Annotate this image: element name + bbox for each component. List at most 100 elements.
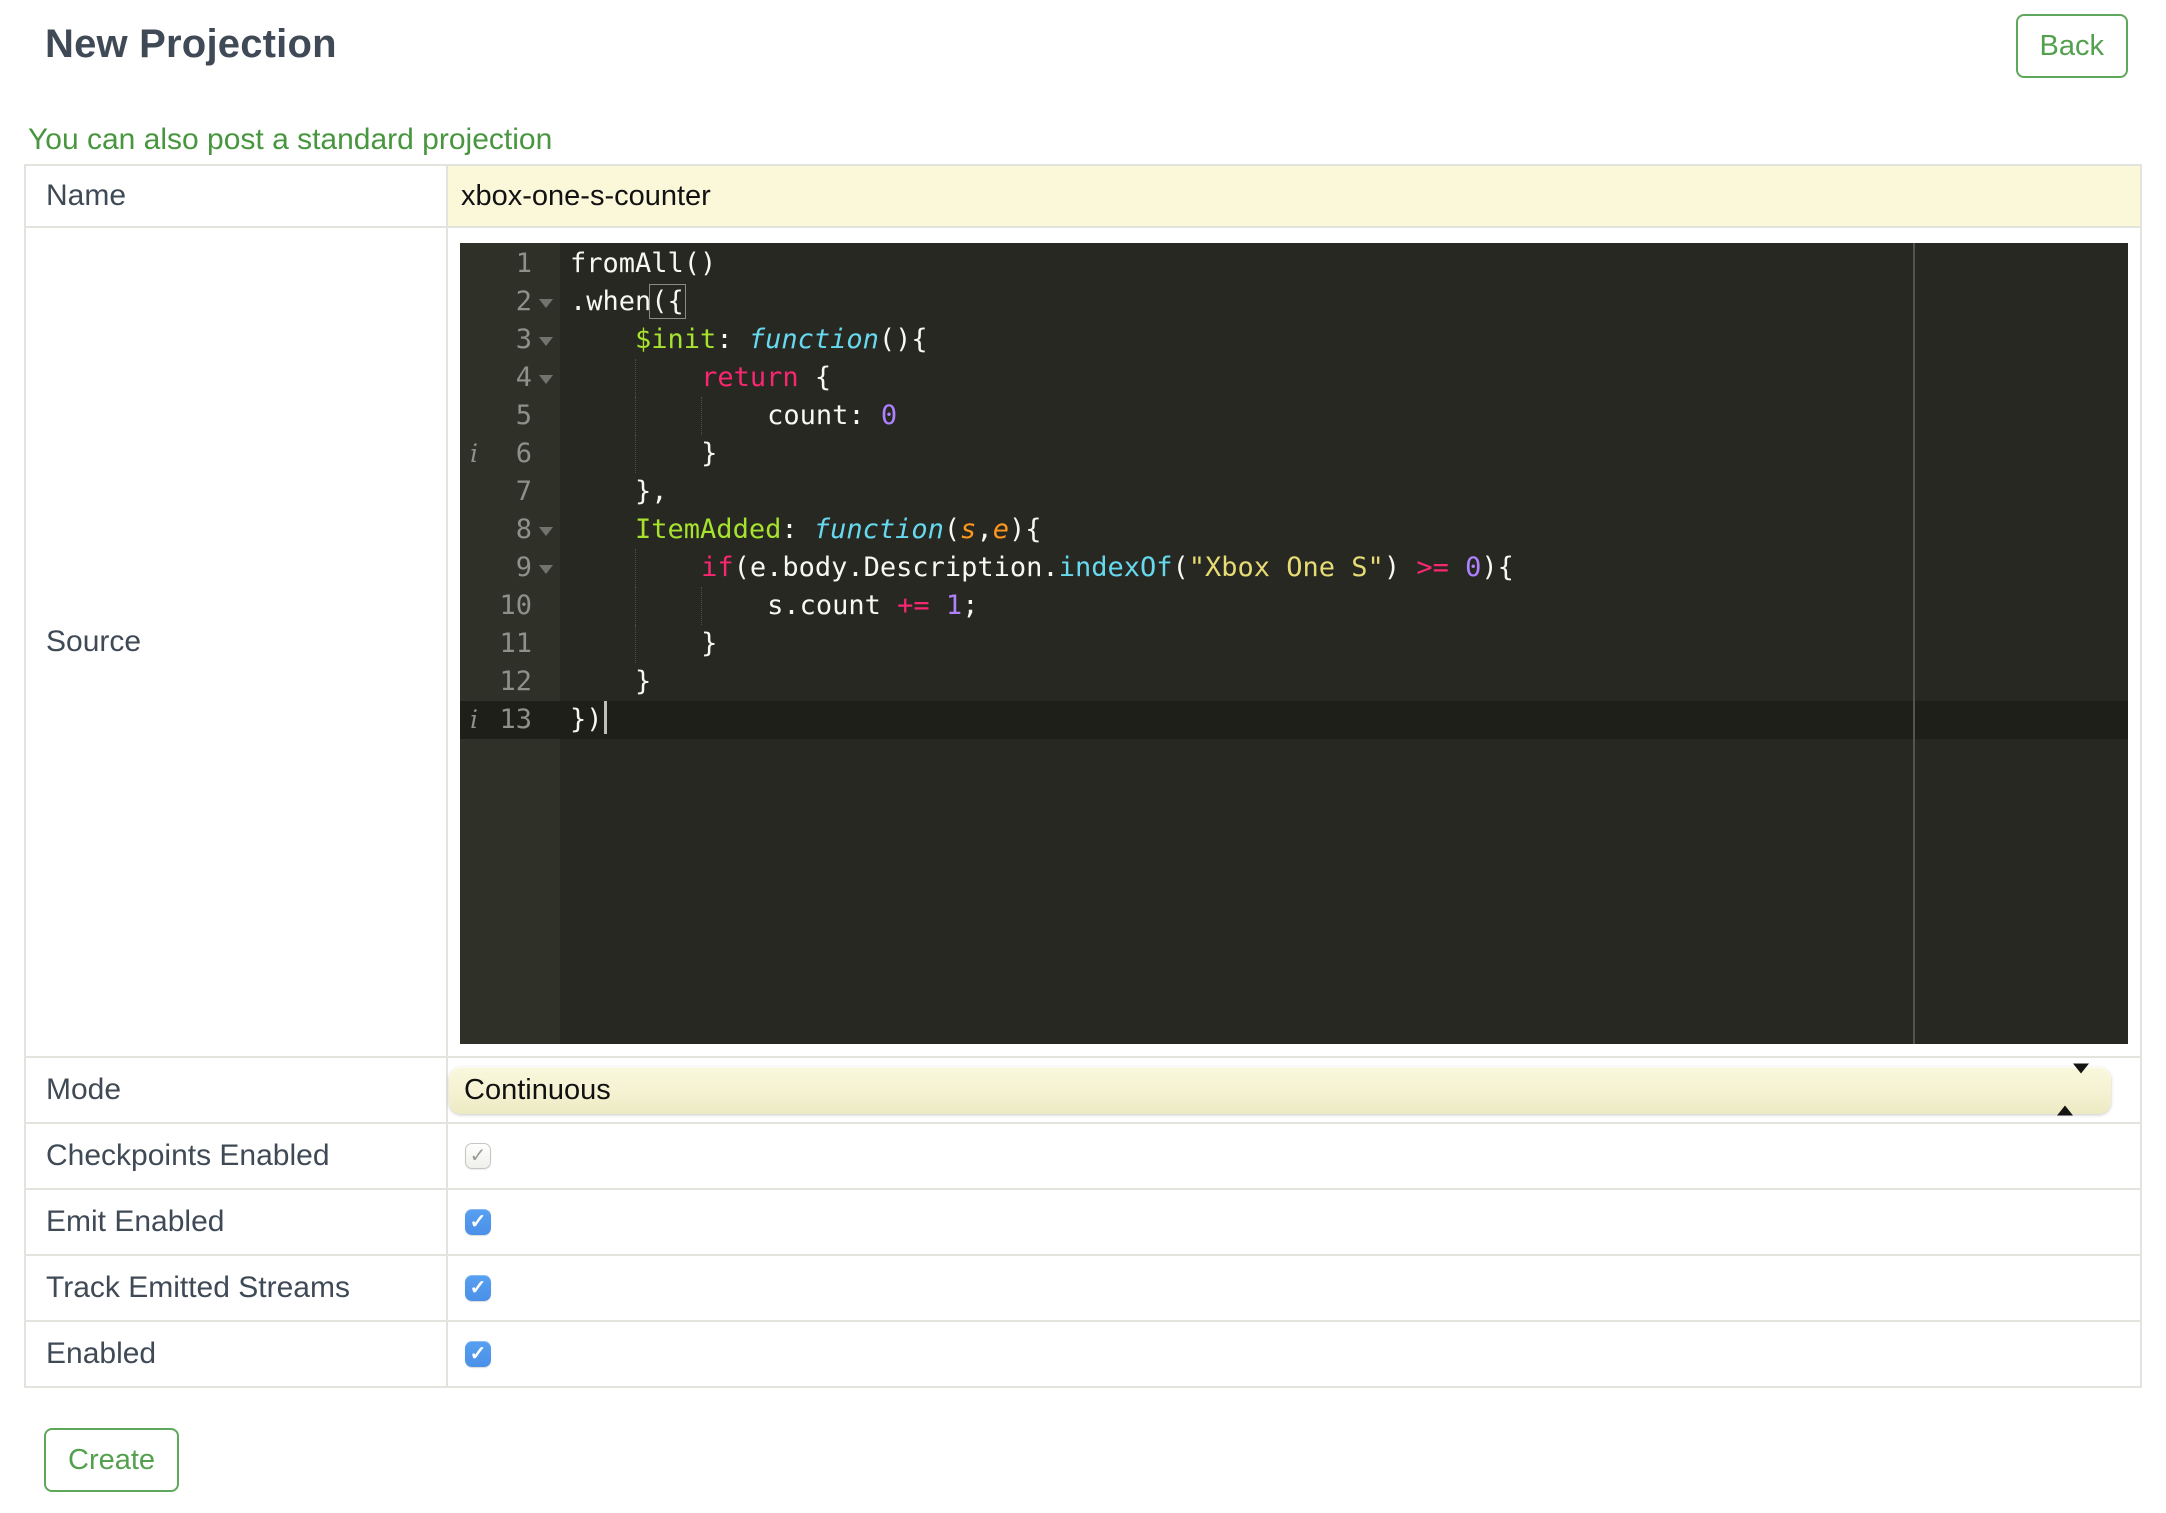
checkmark-icon: ✓ — [469, 1211, 487, 1233]
checkpoints-enabled-label: Checkpoints Enabled — [24, 1122, 448, 1190]
fold-widget-slot — [532, 359, 560, 397]
checkpoints-enabled-value-cell: ✓ — [446, 1122, 2142, 1190]
code-line: } — [635, 666, 652, 697]
line-number: 13 — [499, 704, 532, 735]
back-button[interactable]: Back — [2015, 14, 2128, 78]
fold-arrow-icon[interactable] — [539, 298, 553, 308]
line-number: 12 — [499, 666, 532, 697]
mode-row: Mode Continuous — [24, 1056, 2142, 1124]
emit-enabled-value-cell: ✓ — [446, 1188, 2142, 1256]
code-line: fromAll() — [570, 248, 717, 279]
track-emitted-streams-checkbox[interactable]: ✓ — [465, 1275, 491, 1301]
code-line: }) — [560, 701, 2128, 739]
fold-widget-slot — [532, 473, 560, 511]
line-number: 4 — [515, 362, 532, 393]
line-number: 7 — [515, 476, 532, 507]
source-row: Source 1 2 3 4 5 i 6 7 8 9 10 11 12 i 13 fromAll() .whe… — [24, 226, 2142, 1058]
fold-arrow-icon[interactable] — [539, 374, 553, 384]
gutter-line: 9 — [460, 549, 560, 587]
emit-enabled-checkbox[interactable]: ✓ — [465, 1209, 491, 1235]
toggle-row: Track Emitted Streams ✓ — [24, 1254, 2142, 1322]
track-emitted-streams-value-cell: ✓ — [446, 1254, 2142, 1322]
gutter-line: 8 — [460, 511, 560, 549]
mode-label: Mode — [24, 1056, 448, 1124]
fold-arrow-icon[interactable] — [539, 564, 553, 574]
gutter-line: 3 — [460, 321, 560, 359]
fold-widget-slot — [532, 701, 560, 739]
fold-widget-slot — [532, 397, 560, 435]
code-line: if(e.body.Description.indexOf("Xbox One … — [560, 549, 2128, 587]
mode-selected-value: Continuous — [464, 1073, 611, 1106]
source-value-cell: 1 2 3 4 5 i 6 7 8 9 10 11 12 i 13 fromAll() .when({ $in… — [446, 226, 2142, 1058]
line-number: 9 — [515, 552, 532, 583]
fold-widget-slot — [532, 663, 560, 701]
name-label: Name — [24, 164, 448, 228]
editor-gutter: 1 2 3 4 5 i 6 7 8 9 10 11 12 i 13 — [460, 245, 560, 739]
name-row: Name — [24, 164, 2142, 228]
toggle-row: Emit Enabled ✓ — [24, 1188, 2142, 1256]
code-line: $init: function(){ — [635, 324, 928, 355]
enabled-checkbox[interactable]: ✓ — [465, 1341, 491, 1367]
gutter-line: 4 — [460, 359, 560, 397]
projection-form-table: Name Source 12345i6789101112i13 fromAll(… — [24, 164, 2142, 1388]
source-label: Source — [24, 226, 448, 1058]
gutter-line: i6 — [460, 435, 560, 473]
fold-widget-slot — [532, 435, 560, 473]
line-number: 8 — [515, 514, 532, 545]
code-line: ItemAdded: function(s,e){ — [635, 514, 1042, 545]
page-title: New Projection — [45, 22, 337, 66]
gutter-line: 10 — [460, 587, 560, 625]
info-annotation-icon: i — [470, 705, 478, 734]
code-line: return { — [560, 359, 2128, 397]
mode-value-cell: Continuous — [446, 1056, 2142, 1124]
info-annotation-icon: i — [470, 439, 478, 468]
fold-widget-slot — [532, 283, 560, 321]
gutter-line: 5 — [460, 397, 560, 435]
fold-widget-slot — [532, 511, 560, 549]
line-number: 1 — [515, 248, 532, 279]
emit-enabled-label: Emit Enabled — [24, 1188, 448, 1256]
gutter-line: 2 — [460, 283, 560, 321]
toggle-row: Enabled ✓ — [24, 1320, 2142, 1388]
checkmark-icon: ✓ — [469, 1145, 487, 1167]
fold-arrow-icon[interactable] — [539, 336, 553, 346]
fold-arrow-icon[interactable] — [539, 526, 553, 536]
code-line: count: 0 — [560, 397, 2128, 435]
name-input[interactable] — [448, 167, 2140, 225]
code-line: s.count += 1; — [560, 587, 2128, 625]
checkmark-icon: ✓ — [469, 1277, 487, 1299]
code-line: } — [560, 435, 2128, 473]
new-projection-page: New Projection Back You can also post a … — [0, 0, 2166, 1513]
code-line: }, — [635, 476, 668, 507]
gutter-line: i 13 — [460, 701, 560, 739]
line-number: 5 — [515, 400, 532, 431]
gutter-line: 12 — [460, 663, 560, 701]
gutter-line: 11 — [460, 625, 560, 663]
code-line: } — [560, 625, 2128, 663]
source-code-editor[interactable]: 1 2 3 4 5 i 6 7 8 9 10 11 12 i 13 fromAll() .when({ $in… — [460, 243, 2128, 1044]
gutter-line: 7 — [460, 473, 560, 511]
fold-widget-slot — [532, 549, 560, 587]
checkpoints-enabled-checkbox[interactable]: ✓ — [465, 1143, 491, 1169]
gutter-line: 1 — [460, 245, 560, 283]
enabled-label: Enabled — [24, 1320, 448, 1388]
line-number: 11 — [499, 628, 532, 659]
fold-widget-slot — [532, 625, 560, 663]
line-number: 2 — [515, 286, 532, 317]
create-button[interactable]: Create — [44, 1428, 180, 1492]
checkmark-icon: ✓ — [469, 1343, 487, 1365]
text-cursor — [603, 701, 607, 734]
fold-widget-slot — [532, 587, 560, 625]
name-value-cell — [446, 164, 2142, 228]
track-emitted-streams-label: Track Emitted Streams — [24, 1254, 448, 1322]
line-number: 6 — [515, 438, 532, 469]
editor-code-area: fromAll() .when({ $init: function(){ retu… — [560, 245, 2128, 739]
line-number: 10 — [499, 590, 532, 621]
standard-projection-link[interactable]: You can also post a standard projection — [28, 124, 552, 156]
select-arrows-icon — [2057, 1063, 2089, 1116]
line-number: 3 — [515, 324, 532, 355]
toggle-row: Checkpoints Enabled ✓ — [24, 1122, 2142, 1190]
mode-select[interactable]: Continuous — [449, 1063, 2111, 1116]
fold-widget-slot — [532, 245, 560, 283]
enabled-value-cell: ✓ — [446, 1320, 2142, 1388]
